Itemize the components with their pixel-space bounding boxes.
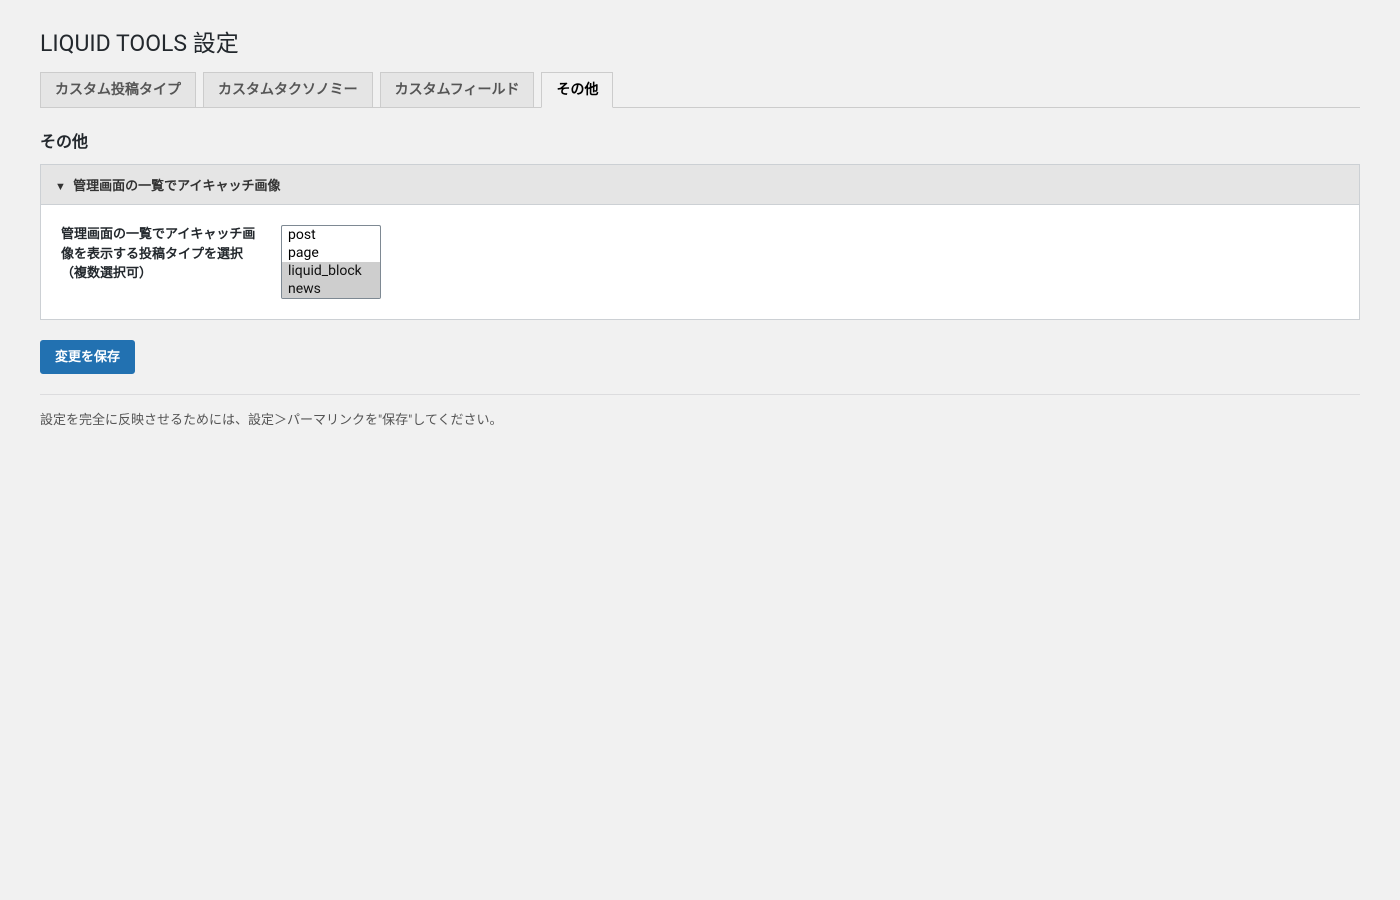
form-row: 管理画面の一覧でアイキャッチ画像を表示する投稿タイプを選択 （複数選択可） po… [61, 225, 1339, 299]
option-post[interactable]: post [282, 226, 380, 244]
option-news[interactable]: news [282, 280, 380, 298]
tab-custom-field[interactable]: カスタムフィールド [380, 72, 535, 107]
panel-header-toggle[interactable]: ▼ 管理画面の一覧でアイキャッチ画像 [41, 165, 1359, 205]
submit-row: 変更を保存 [40, 340, 1360, 374]
save-button[interactable]: 変更を保存 [40, 340, 135, 374]
tab-custom-post-type[interactable]: カスタム投稿タイプ [40, 72, 196, 107]
option-page[interactable]: page [282, 244, 380, 262]
panel-header-label: 管理画面の一覧でアイキャッチ画像 [73, 179, 280, 194]
footer-note: 設定を完全に反映させるためには、設定＞パーマリンクを"保存"してください。 [40, 409, 1360, 428]
option-liquid_block[interactable]: liquid_block [282, 262, 380, 280]
triangle-down-icon: ▼ [55, 180, 66, 193]
section-title: その他 [40, 128, 1360, 152]
tab-other[interactable]: その他 [541, 72, 613, 108]
tab-bar: カスタム投稿タイプ カスタムタクソノミー カスタムフィールド その他 [40, 63, 1360, 108]
tab-custom-taxonomy[interactable]: カスタムタクソノミー [203, 72, 373, 107]
divider [40, 394, 1360, 395]
eyecatch-panel: ▼ 管理画面の一覧でアイキャッチ画像 管理画面の一覧でアイキャッチ画像を表示する… [40, 164, 1360, 320]
field-control: postpageliquid_blocknews [281, 225, 381, 299]
field-label: 管理画面の一覧でアイキャッチ画像を表示する投稿タイプを選択 （複数選択可） [61, 225, 281, 284]
post-type-select[interactable]: postpageliquid_blocknews [281, 225, 381, 299]
settings-wrap: LIQUID TOOLS 設定 カスタム投稿タイプ カスタムタクソノミー カスタ… [20, 10, 1380, 448]
panel-body: 管理画面の一覧でアイキャッチ画像を表示する投稿タイプを選択 （複数選択可） po… [41, 205, 1359, 319]
page-title: LIQUID TOOLS 設定 [40, 20, 1360, 63]
